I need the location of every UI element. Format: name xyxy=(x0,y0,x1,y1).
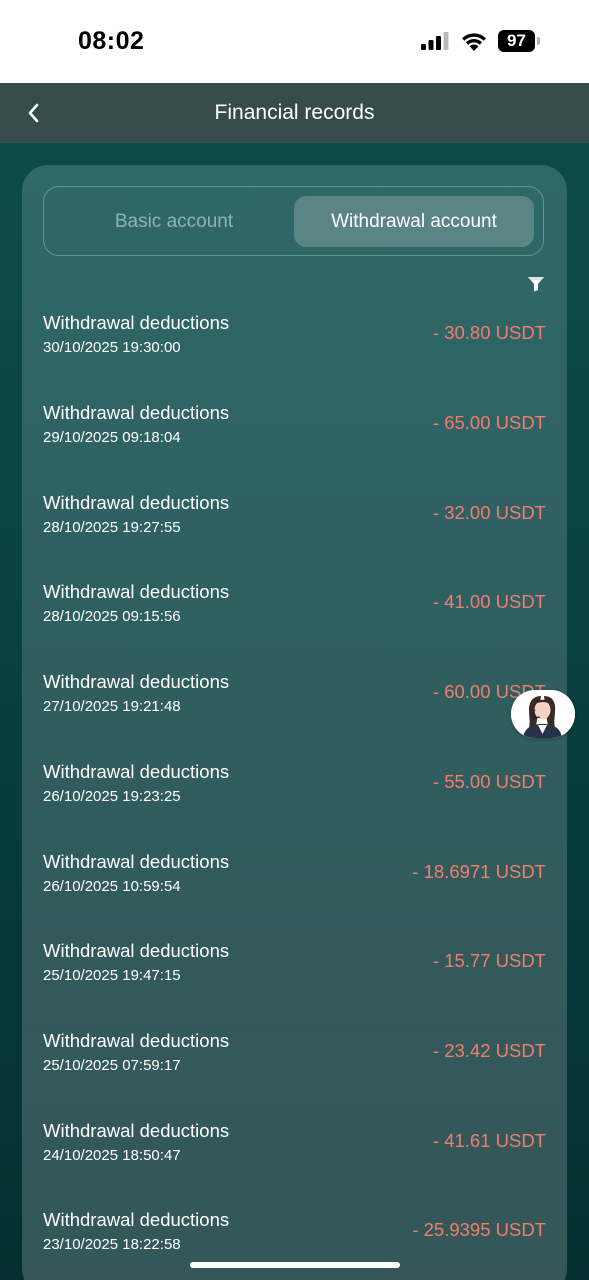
record-title: Withdrawal deductions xyxy=(43,851,230,872)
status-time: 08:02 xyxy=(78,27,145,55)
tab-basic-account[interactable]: Basic account xyxy=(54,196,294,247)
record-title: Withdrawal deductions xyxy=(43,312,230,333)
customer-service-avatar-icon xyxy=(511,690,575,738)
list-item[interactable]: Withdrawal deductions 25/10/2025 19:47:1… xyxy=(43,940,546,1010)
customer-service-button[interactable] xyxy=(511,690,575,738)
record-title: Withdrawal deductions xyxy=(43,492,230,513)
battery-level: 97 xyxy=(507,31,526,50)
record-amount: - 55.00 USDT xyxy=(432,771,546,792)
list-item[interactable]: Withdrawal deductions 30/10/2025 19:30:0… xyxy=(43,312,546,382)
filter-button[interactable] xyxy=(527,276,545,292)
record-time: 26/10/2025 10:59:54 xyxy=(43,878,181,895)
record-amount: - 25.9395 USDT xyxy=(412,1219,546,1240)
battery-icon: 97 xyxy=(498,30,540,52)
list-item[interactable]: Withdrawal deductions 27/10/2025 19:21:4… xyxy=(43,671,546,741)
cellular-signal-icon xyxy=(421,32,449,50)
record-title: Withdrawal deductions xyxy=(43,402,230,423)
record-title: Withdrawal deductions xyxy=(43,1209,230,1230)
records-card: Basic account Withdrawal account Withdra… xyxy=(22,165,567,1280)
list-item[interactable]: Withdrawal deductions 28/10/2025 09:15:5… xyxy=(43,581,546,651)
record-amount: - 30.80 USDT xyxy=(432,322,546,343)
record-amount: - 18.6971 USDT xyxy=(412,861,546,882)
record-time: 27/10/2025 19:21:48 xyxy=(43,698,181,715)
list-item[interactable]: Withdrawal deductions 23/10/2025 18:22:5… xyxy=(43,1209,546,1279)
page-title: Financial records xyxy=(214,101,375,124)
tab-withdrawal-account[interactable]: Withdrawal account xyxy=(294,196,534,247)
status-bar: 08:02 97 xyxy=(0,0,589,83)
record-title: Withdrawal deductions xyxy=(43,581,230,602)
record-amount: - 41.00 USDT xyxy=(432,591,546,612)
filter-icon xyxy=(528,277,544,292)
record-amount: - 23.42 USDT xyxy=(432,1040,546,1061)
record-time: 26/10/2025 19:23:25 xyxy=(43,788,181,805)
record-time: 25/10/2025 07:59:17 xyxy=(43,1057,181,1074)
account-tabs: Basic account Withdrawal account xyxy=(43,186,544,256)
list-item[interactable]: Withdrawal deductions 28/10/2025 19:27:5… xyxy=(43,492,546,562)
nav-bar: Financial records xyxy=(0,83,589,143)
record-time: 23/10/2025 18:22:58 xyxy=(43,1236,181,1253)
wifi-icon xyxy=(462,32,486,51)
record-time: 30/10/2025 19:30:00 xyxy=(43,339,181,356)
record-title: Withdrawal deductions xyxy=(43,671,230,692)
record-title: Withdrawal deductions xyxy=(43,1120,230,1141)
record-time: 28/10/2025 19:27:55 xyxy=(43,519,181,536)
record-title: Withdrawal deductions xyxy=(43,940,230,961)
list-item[interactable]: Withdrawal deductions 26/10/2025 10:59:5… xyxy=(43,851,546,921)
record-amount: - 32.00 USDT xyxy=(432,502,546,523)
record-amount: - 65.00 USDT xyxy=(432,412,546,433)
record-time: 28/10/2025 09:15:56 xyxy=(43,608,181,625)
record-title: Withdrawal deductions xyxy=(43,1030,230,1051)
status-icons: 97 xyxy=(420,30,540,52)
home-indicator xyxy=(190,1262,400,1268)
record-time: 24/10/2025 18:50:47 xyxy=(43,1147,181,1164)
list-item[interactable]: Withdrawal deductions 29/10/2025 09:18:0… xyxy=(43,402,546,472)
list-item[interactable]: Withdrawal deductions 26/10/2025 19:23:2… xyxy=(43,761,546,831)
list-item[interactable]: Withdrawal deductions 24/10/2025 18:50:4… xyxy=(43,1120,546,1190)
record-time: 25/10/2025 19:47:15 xyxy=(43,967,181,984)
record-amount: - 15.77 USDT xyxy=(432,950,546,971)
record-time: 29/10/2025 09:18:04 xyxy=(43,429,181,446)
record-title: Withdrawal deductions xyxy=(43,761,230,782)
record-amount: - 41.61 USDT xyxy=(432,1130,546,1151)
list-item[interactable]: Withdrawal deductions 25/10/2025 07:59:1… xyxy=(43,1030,546,1100)
